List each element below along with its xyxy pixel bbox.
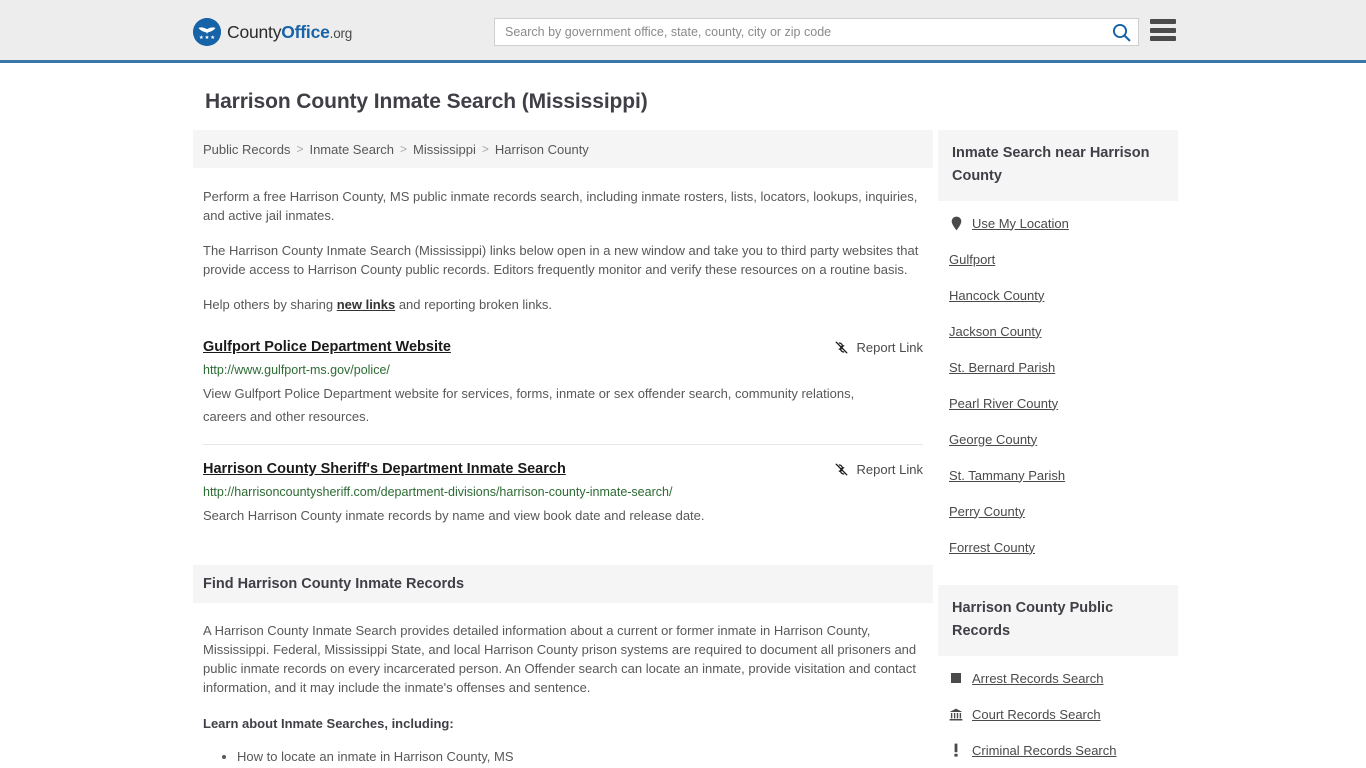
sidebar-item-george-county[interactable]: George County bbox=[938, 421, 1178, 457]
listing-header: Harrison County Sheriff's Department Inm… bbox=[203, 460, 923, 478]
map-pin-icon bbox=[949, 215, 963, 231]
sidebar: Inmate Search near Harrison County Use M… bbox=[938, 130, 1178, 768]
sidebar-item-label: Forrest County bbox=[949, 539, 1035, 555]
page-title: Harrison County Inmate Search (Mississip… bbox=[205, 90, 648, 113]
sidebar-item-hancock-county[interactable]: Hancock County bbox=[938, 277, 1178, 313]
sidebar-public-records-list: Arrest Records Search Court Records Sear… bbox=[938, 660, 1178, 768]
listing-header: Gulfport Police Department Website Repor… bbox=[203, 338, 923, 356]
site-logo[interactable]: CountyOffice.org bbox=[193, 18, 352, 46]
listing-description: View Gulfport Police Department website … bbox=[203, 386, 855, 424]
search-box bbox=[494, 18, 1139, 46]
search-icon bbox=[1112, 23, 1130, 41]
listing-item: Harrison County Sheriff's Department Inm… bbox=[203, 444, 923, 543]
intro-paragraph-3: Help others by sharing new links and rep… bbox=[203, 295, 923, 314]
report-link-button[interactable]: Report Link bbox=[833, 460, 923, 478]
intro-paragraph-2: The Harrison County Inmate Search (Missi… bbox=[203, 243, 919, 277]
sidebar-item-use-my-location[interactable]: Use My Location bbox=[938, 205, 1178, 241]
intro-paragraph-1: Perform a free Harrison County, MS publi… bbox=[203, 189, 918, 223]
hamburger-menu-icon[interactable] bbox=[1150, 19, 1176, 41]
sidebar-item-jackson-county[interactable]: Jackson County bbox=[938, 313, 1178, 349]
broken-link-icon bbox=[835, 463, 847, 476]
report-link-label: Report Link bbox=[856, 462, 923, 477]
sidebar-item-court-records[interactable]: Court Records Search bbox=[938, 696, 1178, 732]
sidebar-item-criminal-records[interactable]: Criminal Records Search bbox=[938, 732, 1178, 768]
intro-p3-prefix: Help others by sharing bbox=[203, 297, 337, 312]
listing-url[interactable]: http://harrisoncountysheriff.com/departm… bbox=[203, 484, 923, 500]
intro-section: Perform a free Harrison County, MS publi… bbox=[193, 187, 933, 314]
report-link-button[interactable]: Report Link bbox=[833, 338, 923, 356]
sidebar-item-label: Hancock County bbox=[949, 287, 1045, 303]
sidebar-nearby-list: Use My Location Gulfport Hancock County … bbox=[938, 205, 1178, 565]
listing-url[interactable]: http://www.gulfport-ms.gov/police/ bbox=[203, 362, 923, 378]
listing-title-link[interactable]: Gulfport Police Department Website bbox=[203, 338, 451, 356]
find-records-paragraph: A Harrison County Inmate Search provides… bbox=[203, 623, 917, 695]
search-button[interactable] bbox=[1104, 19, 1138, 45]
listing-title-link[interactable]: Harrison County Sheriff's Department Inm… bbox=[203, 460, 566, 478]
breadcrumb-separator: > bbox=[400, 142, 408, 156]
sidebar-item-label: Arrest Records Search bbox=[972, 670, 1104, 686]
site-header: CountyOffice.org bbox=[0, 0, 1366, 63]
find-records-body: A Harrison County Inmate Search provides… bbox=[193, 621, 933, 768]
logo-text-org: .org bbox=[329, 25, 353, 41]
sidebar-item-pearl-river-county[interactable]: Pearl River County bbox=[938, 385, 1178, 421]
sidebar-item-label: George County bbox=[949, 431, 1038, 447]
report-link-label: Report Link bbox=[856, 340, 923, 355]
breadcrumb-item-harrison-county[interactable]: Harrison County bbox=[495, 142, 589, 157]
find-records-subheading: Learn about Inmate Searches, including: bbox=[203, 716, 454, 731]
sidebar-item-label: Pearl River County bbox=[949, 395, 1059, 411]
sidebar-nearby-heading: Inmate Search near Harrison County bbox=[938, 130, 1178, 201]
sidebar-public-records-heading: Harrison County Public Records bbox=[938, 585, 1178, 656]
listing-description: Search Harrison County inmate records by… bbox=[203, 508, 705, 523]
search-input[interactable] bbox=[495, 19, 1104, 45]
main-column: Public Records > Inmate Search > Mississ… bbox=[193, 130, 933, 768]
content-columns: Public Records > Inmate Search > Mississ… bbox=[193, 130, 1178, 768]
breadcrumb: Public Records > Inmate Search > Mississ… bbox=[193, 130, 933, 168]
listing-item: Gulfport Police Department Website Repor… bbox=[203, 338, 923, 444]
sidebar-item-label: Criminal Records Search bbox=[972, 742, 1117, 758]
broken-link-icon bbox=[835, 341, 847, 354]
logo-wordmark: CountyOffice.org bbox=[227, 22, 352, 43]
sidebar-item-st-bernard-parish[interactable]: St. Bernard Parish bbox=[938, 349, 1178, 385]
handcuffs-icon bbox=[949, 670, 963, 686]
list-item: How to locate an inmate in Harrison Coun… bbox=[237, 745, 923, 768]
sidebar-item-perry-county[interactable]: Perry County bbox=[938, 493, 1178, 529]
breadcrumb-separator: > bbox=[296, 142, 304, 156]
sidebar-item-forrest-county[interactable]: Forrest County bbox=[938, 529, 1178, 565]
sidebar-item-label: Court Records Search bbox=[972, 706, 1101, 722]
sidebar-item-st-tammany-parish[interactable]: St. Tammany Parish bbox=[938, 457, 1178, 493]
breadcrumb-item-inmate-search[interactable]: Inmate Search bbox=[309, 142, 394, 157]
page-container: Harrison County Inmate Search (Mississip… bbox=[0, 90, 1366, 768]
courthouse-icon bbox=[949, 706, 963, 722]
sidebar-item-arrest-records[interactable]: Arrest Records Search bbox=[938, 660, 1178, 696]
sidebar-item-label: St. Tammany Parish bbox=[949, 467, 1066, 483]
sidebar-item-label: Gulfport bbox=[949, 251, 996, 267]
sidebar-item-label: Jackson County bbox=[949, 323, 1042, 339]
sidebar-item-label: Use My Location bbox=[972, 215, 1069, 231]
find-records-heading: Find Harrison County Inmate Records bbox=[193, 565, 933, 603]
sidebar-item-label: Perry County bbox=[949, 503, 1025, 519]
logo-text-office: Office bbox=[281, 21, 330, 42]
breadcrumb-item-public-records[interactable]: Public Records bbox=[203, 142, 290, 157]
exclamation-icon bbox=[949, 742, 963, 758]
breadcrumb-separator: > bbox=[481, 142, 489, 156]
intro-p3-suffix: and reporting broken links. bbox=[395, 297, 553, 312]
listing-results: Gulfport Police Department Website Repor… bbox=[193, 338, 933, 543]
breadcrumb-item-mississippi[interactable]: Mississippi bbox=[413, 142, 476, 157]
sidebar-item-label: St. Bernard Parish bbox=[949, 359, 1056, 375]
logo-text-county: County bbox=[227, 21, 282, 42]
find-records-bullet-list: How to locate an inmate in Harrison Coun… bbox=[203, 745, 923, 768]
new-links-link[interactable]: new links bbox=[337, 297, 396, 312]
eagle-shield-icon bbox=[193, 18, 221, 46]
sidebar-item-gulfport[interactable]: Gulfport bbox=[938, 241, 1178, 277]
